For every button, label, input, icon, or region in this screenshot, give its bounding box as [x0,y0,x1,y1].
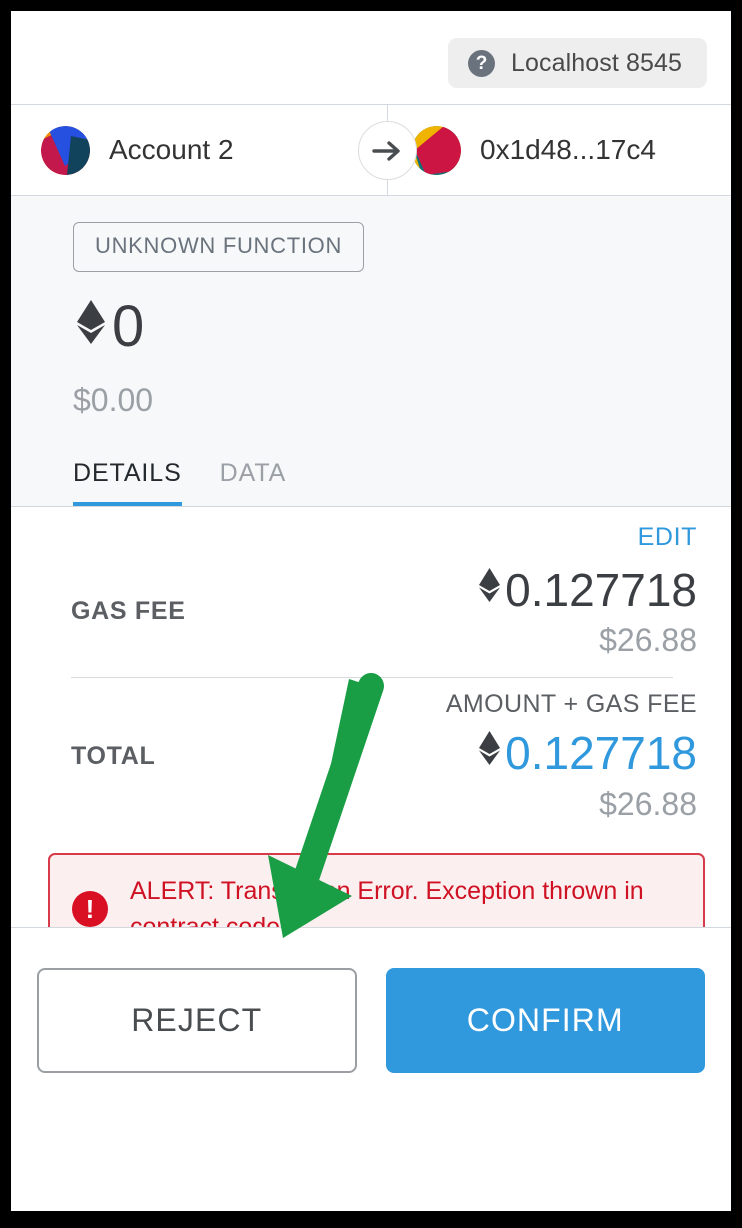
details-panel: EDIT GAS FEE 0.127718 $26.88 TOTAL AMOUN… [11,507,731,841]
metamask-confirm-popup: ? Localhost 8545 Account 2 0x1d48...17c4… [11,11,731,1211]
question-mark-icon: ? [468,49,496,77]
confirm-button[interactable]: CONFIRM [385,968,705,1074]
gas-fee-row: GAS FEE 0.127718 $26.88 [43,552,699,677]
ethereum-icon [73,294,109,360]
transaction-parties-row: Account 2 0x1d48...17c4 [11,105,731,196]
app-header: ? Localhost 8545 [11,11,731,105]
gas-fee-amount-value: 0.127718 [505,564,697,616]
transaction-summary: UNKNOWN FUNCTION 0 $0.00 DETAILS DATA [11,196,731,507]
function-type-pill: UNKNOWN FUNCTION [73,222,365,272]
gas-fee-values: 0.127718 $26.88 [476,564,697,659]
action-footer: REJECT CONFIRM [11,926,731,1087]
total-row: TOTAL AMOUNT + GAS FEE 0.127718 $26.88 [43,678,699,840]
browser-frame: ? Localhost 8545 Account 2 0x1d48...17c4… [0,0,742,1228]
ethereum-icon [476,727,503,779]
transaction-error-message: ALERT: Transaction Error. Exception thro… [130,876,644,927]
edit-gas-button[interactable]: EDIT [43,507,699,552]
transfer-arrow-wrapper [352,105,422,196]
total-amount-value: 0.127718 [505,727,697,780]
tab-data[interactable]: DATA [220,459,287,506]
total-label: TOTAL [71,741,156,770]
alert-zone: ! ALERT: Transaction Error. Exception th… [11,840,731,927]
tab-details[interactable]: DETAILS [73,459,182,506]
reject-button[interactable]: REJECT [37,968,357,1074]
network-selector[interactable]: ? Localhost 8545 [448,38,707,88]
transaction-amount-value: 0 [112,294,145,359]
gas-fee-fiat: $26.88 [599,622,697,659]
account-identicon [41,125,90,175]
arrow-right-icon [357,121,417,180]
summary-divider [11,506,731,507]
total-values: AMOUNT + GAS FEE 0.127718 $26.88 [446,690,697,822]
error-exclamation-icon: ! [72,890,108,927]
gas-fee-amount: 0.127718 [476,564,697,616]
network-name-label: Localhost 8545 [511,48,682,77]
gas-fee-label: GAS FEE [71,597,186,626]
total-amount: 0.127718 [446,727,697,779]
detail-tabs: DETAILS DATA [73,459,731,506]
transaction-error-alert: ! ALERT: Transaction Error. Exception th… [48,852,705,927]
ethereum-icon [476,564,503,616]
total-fiat: $26.88 [599,785,697,822]
recipient-address-label: 0x1d48...17c4 [480,134,656,165]
transaction-amount: 0 [73,294,731,360]
sender-account-label: Account 2 [109,134,234,165]
sender-party[interactable]: Account 2 [11,125,360,175]
transaction-fiat-value: $0.00 [73,382,154,418]
total-sublabel: AMOUNT + GAS FEE [445,690,697,719]
